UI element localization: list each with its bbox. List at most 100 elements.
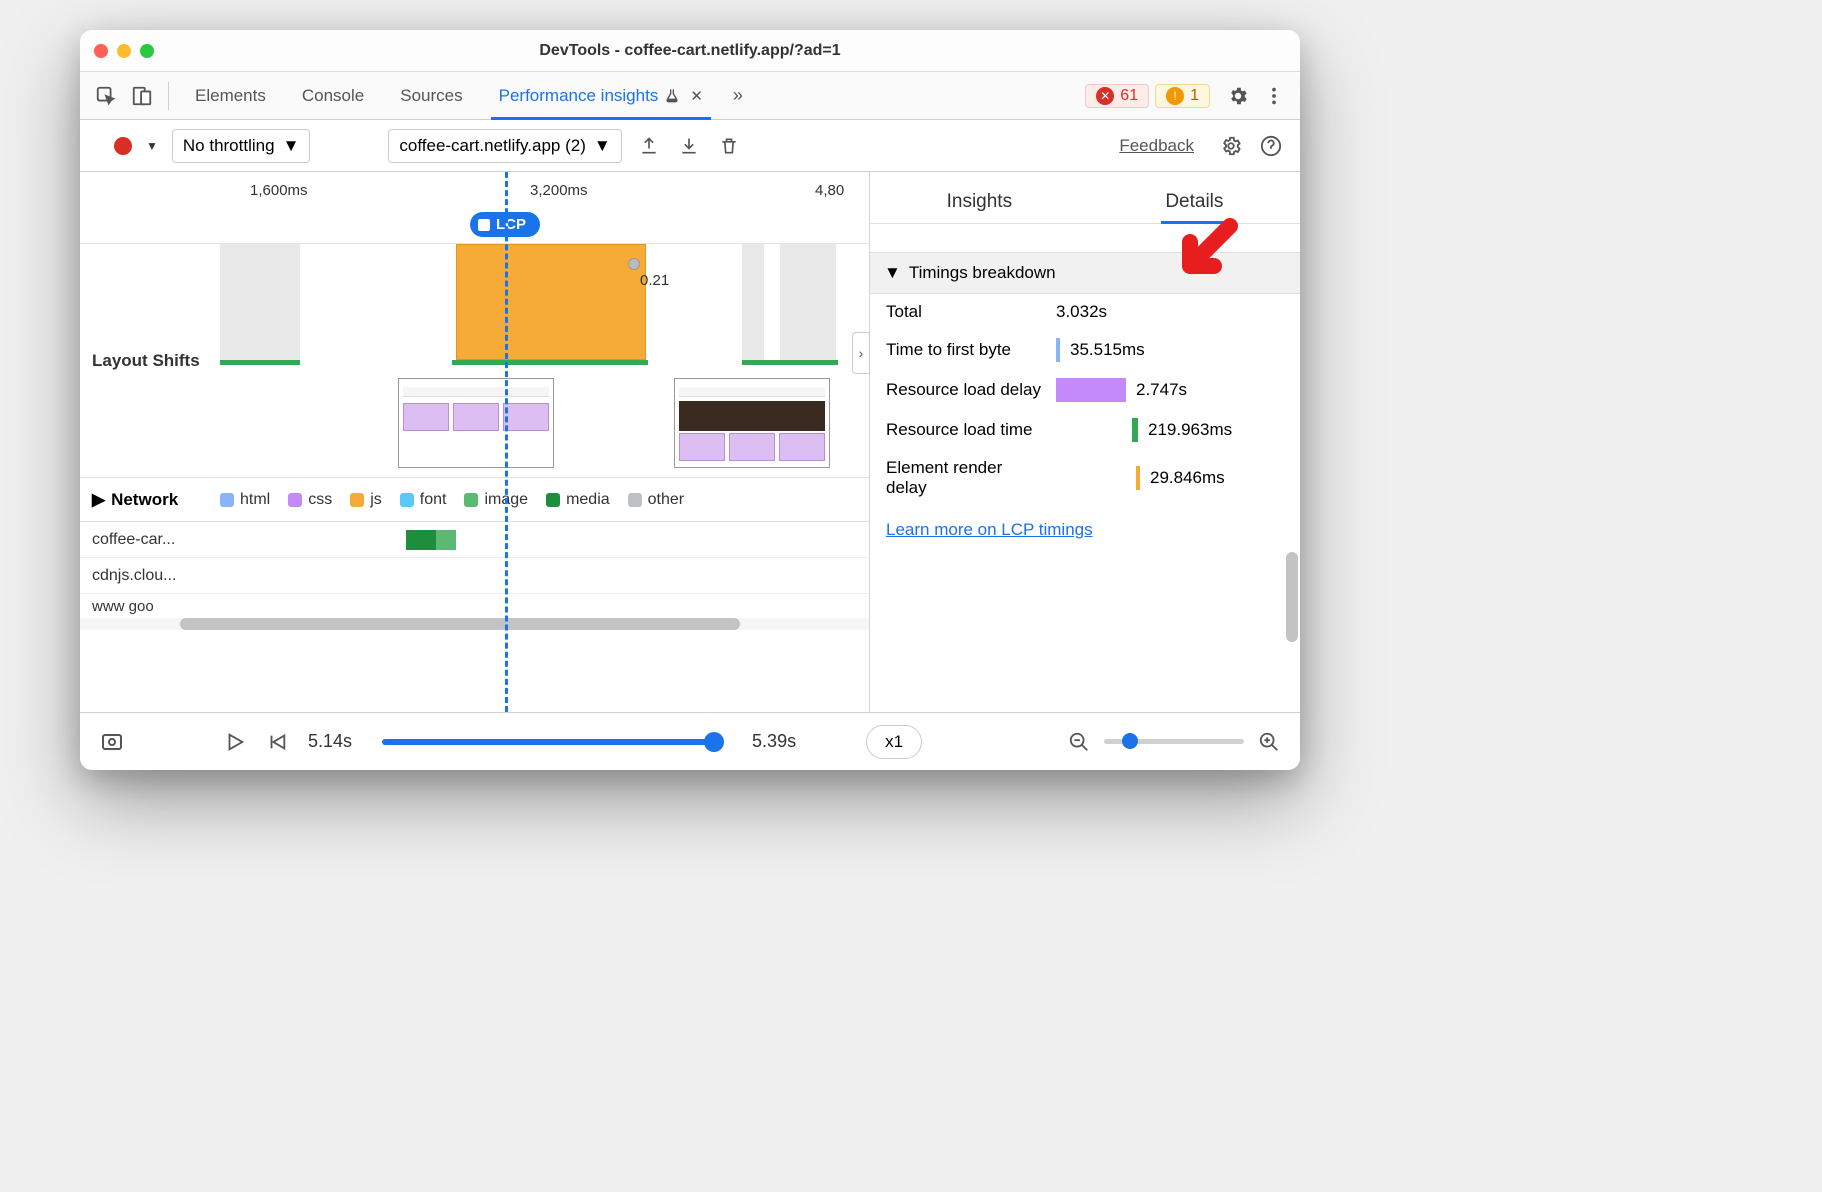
bar-erd	[1136, 466, 1140, 490]
device-toolbar-icon[interactable]	[124, 78, 160, 114]
timing-row-resource-load-time: Resource load time 219.963ms	[870, 410, 1300, 450]
inspect-element-icon[interactable]	[88, 78, 124, 114]
swatch-other	[628, 493, 642, 507]
zoom-in-icon[interactable]	[1258, 731, 1280, 753]
kebab-menu-icon[interactable]	[1256, 78, 1292, 114]
ruler-tick: 1,600ms	[250, 182, 308, 199]
swatch-font	[400, 493, 414, 507]
vertical-scrollbar[interactable]	[1286, 292, 1298, 702]
panel-settings-icon[interactable]	[1218, 133, 1244, 159]
play-icon[interactable]	[224, 731, 246, 753]
network-row-name: www goo	[80, 598, 220, 615]
swatch-css	[288, 493, 302, 507]
network-row-name: coffee-car...	[80, 531, 220, 549]
screenshot-thumb[interactable]	[674, 378, 830, 468]
tab-insights[interactable]: Insights	[927, 191, 1032, 223]
throttling-select[interactable]: No throttling ▼	[172, 129, 311, 163]
track-label: Layout Shifts	[80, 244, 220, 477]
warning-square-icon: !	[1166, 87, 1184, 105]
playback-speed-chip[interactable]: x1	[866, 725, 922, 759]
delete-icon[interactable]	[716, 133, 742, 159]
settings-icon[interactable]	[1220, 78, 1256, 114]
playback-slider[interactable]	[382, 739, 722, 745]
tab-sources[interactable]: Sources	[382, 72, 480, 119]
swatch-image	[464, 493, 478, 507]
errors-badge[interactable]: ✕ 61	[1085, 84, 1149, 108]
learn-more-link[interactable]: Learn more on LCP timings	[870, 506, 1300, 554]
network-row[interactable]: cdnjs.clou...	[80, 558, 869, 594]
ruler-tick: 3,200ms	[530, 182, 588, 199]
record-dropdown-icon[interactable]: ▼	[146, 139, 158, 153]
zoom-window-button[interactable]	[140, 44, 154, 58]
bar-rld	[1056, 378, 1126, 402]
network-row[interactable]: coffee-car...	[80, 522, 869, 558]
page-select[interactable]: coffee-cart.netlify.app (2) ▼	[388, 129, 621, 163]
devtools-window: DevTools - coffee-cart.netlify.app/?ad=1…	[80, 30, 1300, 770]
bar-ttfb	[1056, 338, 1060, 362]
request-bar[interactable]	[406, 530, 436, 550]
horizontal-scrollbar[interactable]	[80, 618, 869, 630]
swatch-media	[546, 493, 560, 507]
import-icon[interactable]	[676, 133, 702, 159]
beaker-icon	[664, 88, 680, 104]
page-value: coffee-cart.netlify.app (2)	[399, 136, 585, 156]
zoom-slider[interactable]	[1104, 739, 1244, 744]
chevron-down-icon: ▼	[283, 136, 300, 156]
ls-bar	[742, 360, 838, 365]
time-ruler[interactable]: 1,600ms 3,200ms 4,80 LCP	[80, 172, 869, 244]
timing-row-resource-load-delay: Resource load delay 2.747s	[870, 370, 1300, 410]
grey-range	[780, 244, 836, 360]
ls-bar	[452, 360, 648, 365]
timing-row-total: Total 3.032s	[870, 294, 1300, 330]
network-row-name: cdnjs.clou...	[80, 567, 220, 585]
record-button[interactable]	[114, 137, 132, 155]
network-track-header: ▶ Network html css js font image media o…	[80, 478, 869, 522]
network-label[interactable]: ▶ Network	[80, 490, 220, 510]
network-legend: html css js font image media other	[220, 491, 684, 509]
zoom-controls	[1068, 731, 1280, 753]
cls-value: 0.21	[640, 272, 669, 289]
tab-console[interactable]: Console	[284, 72, 382, 119]
caret-down-icon: ▼	[884, 263, 901, 283]
error-circle-icon: ✕	[1096, 87, 1114, 105]
traffic-lights	[94, 44, 154, 58]
minimize-window-button[interactable]	[117, 44, 131, 58]
total-time: 5.39s	[752, 731, 796, 752]
timing-row-element-render-delay: Element render delay 29.846ms	[870, 450, 1300, 506]
recording-toolbar: ▼ No throttling ▼ coffee-cart.netlify.ap…	[80, 120, 1300, 172]
warnings-count: 1	[1190, 87, 1199, 105]
export-icon[interactable]	[636, 133, 662, 159]
lcp-label: LCP	[496, 216, 526, 233]
grey-range	[742, 244, 764, 360]
cls-dot[interactable]	[628, 258, 640, 270]
more-tabs-icon[interactable]: »	[721, 85, 755, 106]
screenshot-thumb[interactable]	[398, 378, 554, 468]
help-icon[interactable]	[1258, 133, 1284, 159]
titlebar: DevTools - coffee-cart.netlify.app/?ad=1	[80, 30, 1300, 72]
feedback-link[interactable]: Feedback	[1119, 136, 1194, 156]
content-area: › 1,600ms 3,200ms 4,80 LCP Layout Shifts	[80, 172, 1300, 712]
details-panel: Insights Details ▼ Timings breakdown Tot…	[870, 172, 1300, 712]
bar-rlt	[1132, 418, 1138, 442]
network-row[interactable]: www goo	[80, 594, 869, 618]
warnings-badge[interactable]: ! 1	[1155, 84, 1210, 108]
current-time: 5.14s	[308, 731, 352, 752]
network-rows: coffee-car... cdnjs.clou... www goo	[80, 522, 869, 618]
close-window-button[interactable]	[94, 44, 108, 58]
tab-elements[interactable]: Elements	[177, 72, 284, 119]
tab-performance-insights[interactable]: Performance insights ✕	[481, 72, 721, 119]
lcp-marker[interactable]: LCP	[470, 212, 540, 237]
preview-icon[interactable]	[100, 730, 124, 754]
close-tab-icon[interactable]: ✕	[690, 87, 703, 105]
request-bar[interactable]	[436, 530, 456, 550]
zoom-out-icon[interactable]	[1068, 731, 1090, 753]
collapse-sidebar-icon[interactable]: ›	[852, 332, 870, 374]
ls-bar	[220, 360, 300, 365]
timing-row-ttfb: Time to first byte 35.515ms	[870, 330, 1300, 370]
skip-back-icon[interactable]	[266, 731, 288, 753]
timeline-panel: › 1,600ms 3,200ms 4,80 LCP Layout Shifts	[80, 172, 870, 712]
tab-label: Performance insights	[499, 86, 659, 106]
layout-shifts-track: Layout Shifts 0.21	[80, 244, 869, 478]
devtools-tabbar: Elements Console Sources Performance ins…	[80, 72, 1300, 120]
cls-block[interactable]	[456, 244, 646, 360]
